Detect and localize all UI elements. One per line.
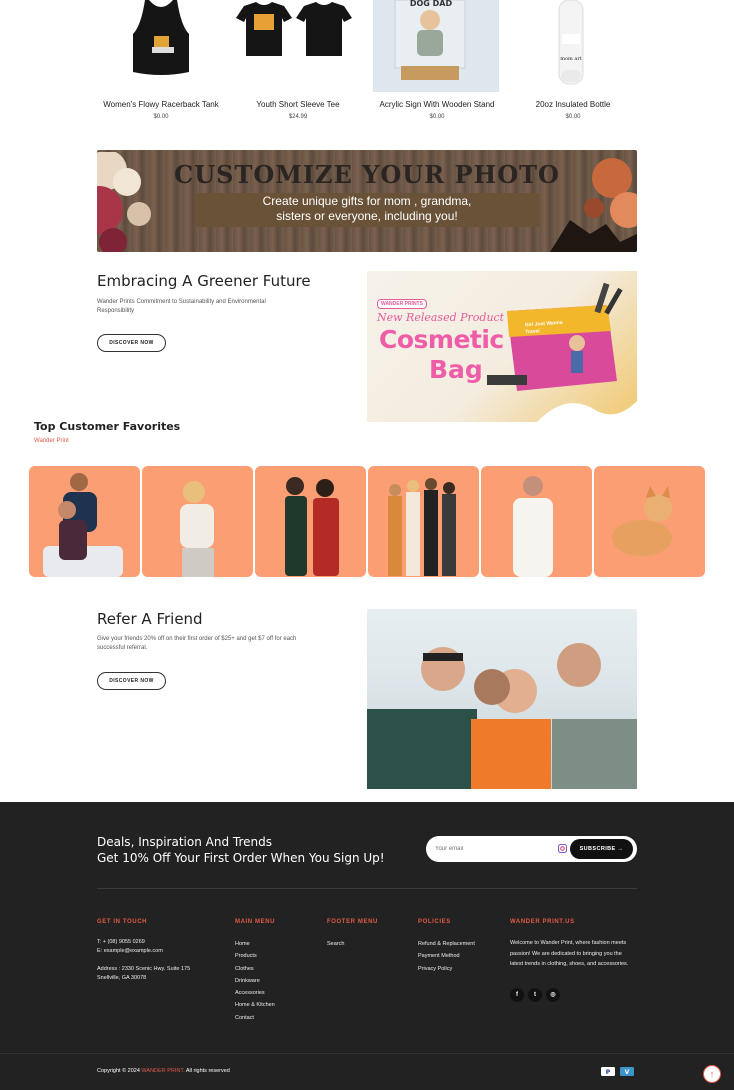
email-input[interactable] [435, 842, 553, 856]
product-price: $24.99 [288, 114, 308, 120]
main-menu-title: MAIN MENU [235, 919, 276, 925]
menu-link-contact[interactable]: Contact [235, 1012, 275, 1024]
scroll-to-top-button[interactable]: ↑ [703, 1065, 721, 1083]
footer-menu-list: Search [327, 938, 344, 950]
menu-link-home-kitchen[interactable]: Home & Kitchen [235, 999, 275, 1011]
product-image-bottle[interactable]: mom art [509, 0, 637, 92]
friends-photo [367, 609, 637, 789]
favorites-subtitle: Wander Print [34, 438, 69, 444]
site-footer: Deals, Inspiration And Trends Get 10% Of… [0, 802, 734, 1090]
contact-email[interactable]: E: example@example.com [97, 947, 163, 956]
banner-subtext: Create unique gifts for mom , grandma, s… [195, 194, 539, 224]
product-image-tees[interactable] [234, 0, 362, 92]
twitter-icon[interactable]: t [528, 988, 542, 1002]
promo-word-cosmetic: Cosmetic [379, 325, 504, 354]
copyright-suffix: All rights reserved [185, 1068, 230, 1074]
favorite-tile-group[interactable] [368, 466, 479, 577]
svg-text:P: P [606, 1069, 611, 1076]
menu-link-home[interactable]: Home [235, 938, 275, 950]
promo-brand-badge: WANDER PRINTS [377, 299, 427, 309]
favorite-tile-woman[interactable] [142, 466, 253, 577]
newsletter-form: SUBSCRIBE → [426, 836, 637, 862]
copyright-prefix: Copyright © 2024 [97, 1068, 140, 1074]
policies-list: Refund & Replacement Payment Method Priv… [418, 938, 475, 975]
customize-photo-banner[interactable]: CUSTOMIZE YOUR PHOTO Create unique gifts… [97, 150, 637, 252]
greener-title: Embracing A Greener Future [97, 272, 311, 290]
policy-link-privacy[interactable]: Privacy Policy [418, 963, 475, 975]
favorites-gallery [29, 466, 705, 577]
menu-link-drinkware[interactable]: Drinkware [235, 975, 275, 987]
policies-title: POLICIES [418, 919, 451, 925]
product-name[interactable]: 20oz Insulated Bottle [509, 100, 637, 109]
promo-tagline: New Released Product [377, 311, 505, 324]
product-price: $0.00 [565, 114, 581, 120]
favorite-tile-cat[interactable] [594, 466, 705, 577]
svg-text:V: V [625, 1069, 630, 1076]
menu-link-accessories[interactable]: Accessories [235, 987, 275, 999]
favorite-tile-man[interactable] [481, 466, 592, 577]
refer-description: Give your friends 20% off on their first… [97, 636, 297, 651]
about-text: Welcome to Wander Print, where fashion m… [510, 940, 629, 967]
contact-address-2: Snellville, GA 30078 [97, 975, 147, 981]
policy-link-refund[interactable]: Refund & Replacement [418, 938, 475, 950]
product-price: $0.00 [153, 114, 169, 120]
menu-link-search[interactable]: Search [327, 938, 344, 950]
favorites-title: Top Customer Favorites [34, 420, 181, 433]
facebook-icon[interactable]: f [510, 988, 524, 1002]
contact-title: GET IN TOUCH [97, 919, 148, 925]
product-card[interactable]: Youth Short Sleeve Tee $24.99 [234, 0, 362, 130]
newsletter-line-2: Get 10% Off Your First Order When You Si… [97, 851, 385, 865]
svg-text:DOG DAD: DOG DAD [410, 0, 453, 8]
favorite-tile-two-women[interactable] [255, 466, 366, 577]
subscribe-button[interactable]: SUBSCRIBE → [570, 839, 633, 859]
banner-line-2: sisters or everyone, including you! [276, 209, 458, 223]
footer-bottom-divider [0, 1053, 734, 1054]
refer-title: Refer A Friend [97, 610, 203, 628]
contact-phone: T: + (08) 9055 0269 [97, 939, 145, 945]
promo-word-bag: Bag [429, 355, 483, 384]
copyright-brand[interactable]: WANDER PRINT. [141, 1068, 184, 1074]
venmo-icon: V [620, 1067, 634, 1076]
newsletter-line-1: Deals, Inspiration And Trends [97, 835, 272, 849]
menu-link-clothes[interactable]: Clothes [235, 963, 275, 975]
paypal-icon: P [601, 1067, 615, 1076]
favorite-tile-couple[interactable] [29, 466, 140, 577]
newsletter-heading: Deals, Inspiration And Trends Get 10% Of… [97, 834, 385, 866]
banner-line-1: Create unique gifts for mom , grandma, [262, 194, 472, 208]
instagram-icon [558, 844, 567, 853]
product-card[interactable]: DOG DAD Acrylic Sign With Wooden Stand $… [373, 0, 501, 130]
product-name[interactable]: Youth Short Sleeve Tee [234, 100, 362, 109]
instagram-icon[interactable]: ◎ [546, 988, 560, 1002]
product-image-acrylic-sign[interactable]: DOG DAD [373, 0, 501, 92]
product-name[interactable]: Acrylic Sign With Wooden Stand [373, 100, 501, 109]
svg-text:mom art: mom art [560, 56, 581, 62]
menu-link-products[interactable]: Products [235, 950, 275, 962]
banner-headline: CUSTOMIZE YOUR PHOTO [174, 160, 560, 189]
greener-description: Wander Prints Commitment to Sustainabili… [97, 299, 266, 314]
product-card[interactable]: Women's Flowy Racerback Tank $0.00 [97, 0, 225, 130]
contact-address-1: Address : 2330 Scenic Hwy. Suite 175 [97, 966, 191, 972]
product-image-tank[interactable] [97, 0, 225, 92]
footer-menu-title: FOOTER MENU [327, 919, 378, 925]
cosmetic-bag-promo[interactable]: WANDER PRINTS New Released Product Cosme… [367, 271, 637, 422]
product-name[interactable]: Women's Flowy Racerback Tank [97, 100, 225, 109]
main-menu-list: Home Products Clothes Drinkware Accessor… [235, 938, 275, 1024]
about-title: WANDER PRINT.US [510, 919, 575, 925]
refer-discover-button[interactable]: DISCOVER NOW [97, 672, 166, 690]
copyright: Copyright © 2024 WANDER PRINT. All right… [97, 1068, 230, 1074]
footer-divider [97, 888, 637, 889]
product-grid: Women's Flowy Racerback Tank $0.00 Youth… [97, 0, 637, 130]
product-price: $0.00 [429, 114, 445, 120]
policy-link-payment[interactable]: Payment Method [418, 950, 475, 962]
product-card[interactable]: mom art 20oz Insulated Bottle $0.00 [509, 0, 637, 130]
bag-print-text: Girl Just Wanna Travel [524, 319, 563, 336]
discover-now-button[interactable]: DISCOVER NOW [97, 334, 166, 352]
